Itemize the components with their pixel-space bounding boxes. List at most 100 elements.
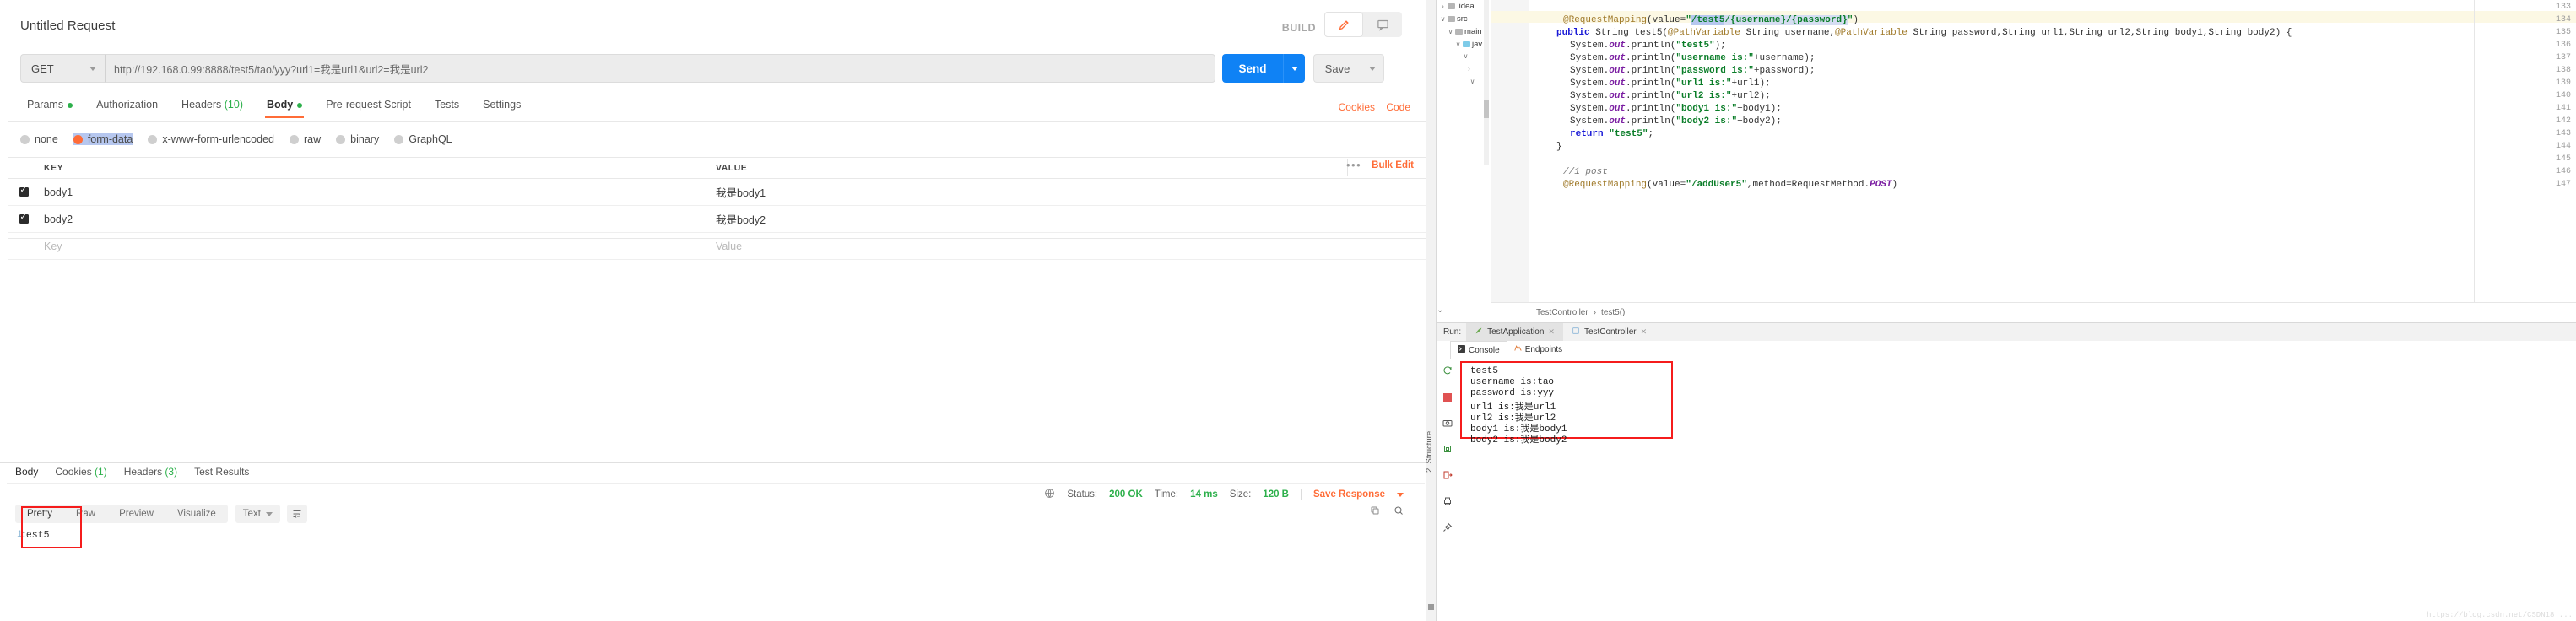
rerun-icon[interactable] xyxy=(1442,364,1453,380)
tree-node-idea[interactable]: › .idea xyxy=(1440,2,1474,11)
radio-label: none xyxy=(35,133,58,145)
run-tab-testcontroller[interactable]: TestController ✕ xyxy=(1563,323,1655,342)
content-type-selector[interactable]: Text xyxy=(235,505,280,523)
tree-arrow-icon[interactable]: ∨ xyxy=(1469,78,1475,85)
editor-right-margin xyxy=(2474,0,2475,302)
close-icon[interactable]: ✕ xyxy=(1548,327,1555,337)
tab-label: Test Results xyxy=(194,466,250,478)
tree-node-src[interactable]: ∨ src xyxy=(1440,14,1468,24)
wrap-lines-button[interactable] xyxy=(286,505,307,523)
comment-icon[interactable] xyxy=(1363,12,1402,37)
body-area-divider xyxy=(8,238,1426,239)
tree-node-jav[interactable]: ∨ jav xyxy=(1455,40,1483,49)
line-number: 133 xyxy=(2555,3,2571,12)
row-value-cell[interactable]: 我是body2 xyxy=(711,211,1426,227)
breadcrumb-class[interactable]: TestController xyxy=(1536,308,1588,317)
tree-arrow-icon[interactable]: ∨ xyxy=(1455,40,1461,48)
pin-icon[interactable] xyxy=(1442,521,1453,537)
row-key-cell[interactable]: body1 xyxy=(39,186,711,198)
body-type-raw[interactable]: raw xyxy=(290,133,321,145)
request-tab-body[interactable]: Body xyxy=(255,99,314,118)
structure-tool-button[interactable]: 2: Structure xyxy=(1425,431,1434,472)
response-tab-test-results[interactable]: Test Results xyxy=(186,466,257,484)
body-type-binary[interactable]: binary xyxy=(336,133,379,145)
more-options-icon[interactable]: ••• xyxy=(1346,159,1361,171)
code-editor[interactable]: 133 134 135 136 137 138 139 140 141 142 143 144 145 1… xyxy=(1491,0,2576,322)
tree-scrollbar-track[interactable] xyxy=(1484,0,1489,165)
row-value-cell[interactable]: Value xyxy=(711,240,1426,252)
table-row[interactable]: Key Value xyxy=(8,233,1426,260)
status-value: 200 OK xyxy=(1109,489,1143,500)
request-tab-pre-request-script[interactable]: Pre-request Script xyxy=(314,99,423,118)
row-checkbox[interactable] xyxy=(8,185,39,197)
chevron-down-icon xyxy=(1369,66,1376,71)
code-link[interactable]: Code xyxy=(1386,101,1410,113)
method-selector[interactable]: GET xyxy=(20,54,105,83)
console-tab-endpoints[interactable]: Endpoints xyxy=(1507,340,1569,359)
folder-icon xyxy=(1455,29,1463,35)
cookies-link[interactable]: Cookies xyxy=(1339,101,1375,113)
search-icon[interactable] xyxy=(1394,505,1404,520)
request-tab-headers[interactable]: Headers (10) xyxy=(170,99,255,118)
response-tab-headers[interactable]: Headers (3) xyxy=(116,466,186,484)
save-button[interactable]: Save xyxy=(1313,54,1361,83)
console-output[interactable]: test5 username is:tao password is:yyy url1 … xyxy=(1458,359,2576,621)
request-tab-params[interactable]: Params xyxy=(15,99,84,118)
format-tab-visualize[interactable]: Visualize xyxy=(165,505,228,523)
request-tab-tests[interactable]: Tests xyxy=(423,99,471,118)
response-tab-cookies[interactable]: Cookies (1) xyxy=(46,466,115,484)
console-tab-console[interactable]: Console xyxy=(1450,341,1507,359)
row-key-cell[interactable]: body2 xyxy=(39,213,711,225)
tree-arrow-icon[interactable]: ∨ xyxy=(1448,28,1453,35)
tool-windows-icon[interactable] xyxy=(1428,604,1434,610)
pencil-icon[interactable] xyxy=(1324,12,1363,37)
soft-exit-icon[interactable] xyxy=(1442,469,1453,484)
radio-label: form-data xyxy=(87,133,133,145)
tree-scrollbar-thumb[interactable] xyxy=(1484,100,1489,118)
row-key-cell[interactable]: Key xyxy=(39,240,711,252)
request-tab-authorization[interactable]: Authorization xyxy=(84,99,170,118)
tab-label: Params xyxy=(27,99,64,111)
tree-arrow-icon[interactable]: ∨ xyxy=(1463,52,1469,60)
tree-node-main[interactable]: ∨ main xyxy=(1448,27,1482,36)
body-type-radios: none form-data x-www-form-urlencoded raw bin… xyxy=(20,133,452,145)
thread-dump-icon[interactable] xyxy=(1442,443,1453,458)
body-type-none[interactable]: none xyxy=(20,133,58,145)
response-tab-body[interactable]: Body xyxy=(7,466,46,484)
request-icon-group xyxy=(1324,12,1402,37)
print-icon[interactable] xyxy=(1442,495,1453,510)
body-type-x-www-form-urlencoded[interactable]: x-www-form-urlencoded xyxy=(148,133,274,145)
camera-icon[interactable] xyxy=(1442,417,1453,432)
tab-count: (1) xyxy=(91,466,107,478)
body-type-graphql[interactable]: GraphQL xyxy=(394,133,452,145)
url-bar: GET http://192.168.0.99:8888/test5/tao/y… xyxy=(20,54,1384,83)
bulk-edit-button[interactable]: Bulk Edit xyxy=(1372,160,1414,170)
chevron-down-icon[interactable] xyxy=(1397,492,1404,497)
body-type-form-data[interactable]: form-data xyxy=(73,133,133,145)
tree-node-collapsed[interactable]: › xyxy=(1466,65,1472,73)
header-key: KEY xyxy=(44,163,64,173)
copy-icon[interactable] xyxy=(1370,505,1380,520)
url-input[interactable]: http://192.168.0.99:8888/test5/tao/yyy?u… xyxy=(105,54,1215,83)
tree-node-collapsed[interactable]: ∨ xyxy=(1469,78,1475,85)
row-value-cell[interactable]: 我是body1 xyxy=(711,184,1426,200)
save-options-button[interactable] xyxy=(1361,54,1384,83)
tree-arrow-icon[interactable]: › xyxy=(1440,3,1446,10)
table-row[interactable]: body2我是body2 xyxy=(8,206,1426,233)
send-options-button[interactable] xyxy=(1283,54,1305,83)
run-tab-label: TestController xyxy=(1583,327,1637,337)
run-tab-testapplication[interactable]: TestApplication ✕ xyxy=(1466,322,1563,342)
table-row[interactable]: body1我是body1 xyxy=(8,179,1426,206)
tree-arrow-icon[interactable]: › xyxy=(1466,65,1472,73)
format-tab-preview[interactable]: Preview xyxy=(107,505,165,523)
send-button[interactable]: Send xyxy=(1222,54,1283,83)
save-response-button[interactable]: Save Response xyxy=(1313,489,1385,500)
row-checkbox[interactable] xyxy=(8,212,39,224)
tree-arrow-icon[interactable]: ∨ xyxy=(1440,15,1446,23)
close-icon[interactable]: ✕ xyxy=(1641,327,1648,337)
tree-node-collapsed[interactable]: ∨ xyxy=(1463,52,1469,60)
breadcrumb-chevron-icon[interactable]: ⌄ xyxy=(1437,305,1443,315)
request-tab-settings[interactable]: Settings xyxy=(471,99,533,118)
breadcrumb-method[interactable]: test5() xyxy=(1601,308,1625,317)
stop-icon[interactable] xyxy=(1442,391,1452,406)
